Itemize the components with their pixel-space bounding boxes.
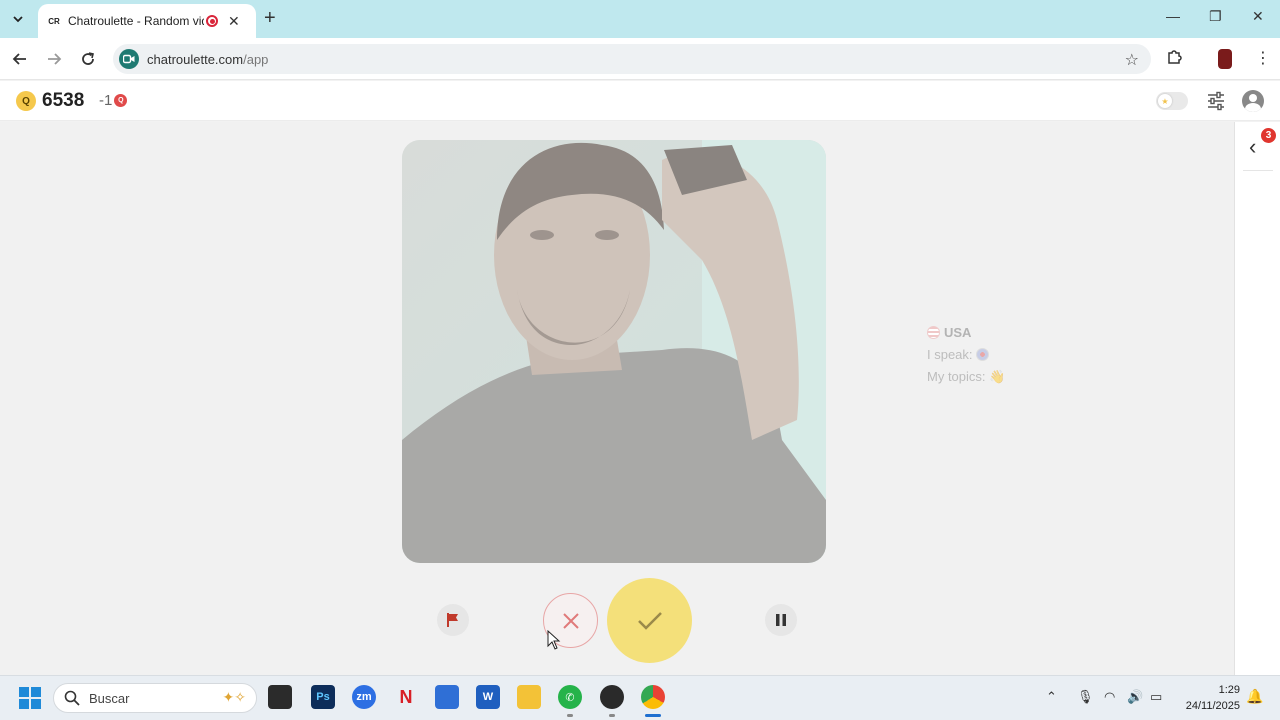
chevron-down-icon xyxy=(13,16,23,23)
file-explorer-icon[interactable] xyxy=(517,685,541,709)
browser-menu-icon[interactable]: ⋮ xyxy=(1255,48,1271,68)
partner-languages: I speak: xyxy=(927,344,1005,366)
close-icon xyxy=(562,612,579,629)
accept-button[interactable] xyxy=(607,578,692,663)
coin-balance: 6538 xyxy=(42,90,85,111)
back-button[interactable] xyxy=(9,48,31,70)
recording-indicator-icon xyxy=(206,15,218,27)
address-bar[interactable]: chatroulette.com/app ☆ xyxy=(113,44,1151,74)
system-clock[interactable]: 1:29 24/11/2025 xyxy=(1180,682,1240,714)
account-icon[interactable] xyxy=(1242,90,1264,112)
battery-icon[interactable]: ▭ xyxy=(1150,689,1162,705)
windows-start-icon[interactable] xyxy=(19,687,41,709)
reload-button[interactable] xyxy=(77,48,99,70)
english-flag-icon xyxy=(976,348,990,361)
tab-title: Chatroulette - Random vide xyxy=(68,14,204,28)
bookmark-star-icon[interactable]: ☆ xyxy=(1125,50,1139,70)
partner-info: USA I speak: My topics: 👋 xyxy=(927,322,1005,388)
search-placeholder: Buscar xyxy=(89,691,130,706)
volume-icon[interactable]: 🔊 xyxy=(1127,689,1143,705)
app-header: Q 6538 -1 Q ★ xyxy=(0,81,1280,121)
tab-close-icon[interactable]: ✕ xyxy=(228,13,240,30)
tab-search-button[interactable] xyxy=(7,8,29,30)
side-divider xyxy=(1243,170,1273,171)
tray-overflow-icon[interactable]: ⌃ xyxy=(1046,689,1057,705)
url-text: chatroulette.com/app xyxy=(147,52,269,67)
clock-time: 1:29 xyxy=(1218,684,1240,696)
obs-icon[interactable] xyxy=(600,685,624,709)
notifications-bell-icon[interactable]: 🔔 xyxy=(1246,688,1263,705)
new-tab-button[interactable]: + xyxy=(264,8,276,28)
theme-toggle[interactable]: ★ xyxy=(1156,92,1188,110)
search-icon xyxy=(64,690,80,706)
profile-avatar-icon[interactable] xyxy=(1218,49,1232,69)
chevron-left-icon[interactable]: ‹ xyxy=(1249,134,1256,160)
chatroulette-favicon-icon: CR xyxy=(48,16,60,26)
microphone-icon[interactable]: 🎙 xyxy=(1077,689,1094,705)
usa-flag-icon xyxy=(927,326,940,339)
browser-tab-strip: CR Chatroulette - Random vide ✕ + — ❐ ✕ xyxy=(0,0,1280,38)
notification-badge: 3 xyxy=(1261,128,1276,143)
flag-icon xyxy=(447,613,458,627)
pause-icon xyxy=(776,614,786,626)
obs-running-indicator xyxy=(609,714,615,717)
clock-date: 24/11/2025 xyxy=(1185,700,1240,712)
chrome-active-indicator xyxy=(645,714,661,717)
zoom-icon[interactable]: zm xyxy=(352,685,376,709)
wifi-icon[interactable]: ◠ xyxy=(1104,689,1115,705)
whatsapp-running-indicator xyxy=(567,714,573,717)
taskbar-app-dark-icon[interactable] xyxy=(268,685,292,709)
side-panel: ‹ 3 xyxy=(1234,122,1280,675)
site-video-icon[interactable] xyxy=(119,49,139,69)
coin-delta: -1 Q xyxy=(99,92,128,109)
taskbar-search[interactable]: Buscar ✦✧ xyxy=(53,683,257,713)
browser-toolbar: chatroulette.com/app ☆ ⋮ xyxy=(0,38,1280,80)
coin-icon: Q xyxy=(16,91,36,111)
sun-icon: ★ xyxy=(1158,94,1172,108)
wave-emoji-icon: 👋 xyxy=(989,369,1006,384)
reload-icon xyxy=(82,52,94,65)
video-frame-image xyxy=(402,140,826,563)
report-button[interactable] xyxy=(437,604,469,636)
arrow-left-icon xyxy=(12,53,26,65)
pause-button[interactable] xyxy=(765,604,797,636)
close-window-button[interactable]: ✕ xyxy=(1252,8,1264,25)
check-icon xyxy=(637,611,662,630)
mouse-cursor-icon xyxy=(547,630,561,650)
whatsapp-icon[interactable]: ✆ xyxy=(558,685,582,709)
netflix-icon[interactable]: N xyxy=(394,685,418,709)
arrow-right-icon xyxy=(48,53,62,65)
extensions-puzzle-icon[interactable] xyxy=(1166,47,1184,70)
filters-sliders-icon[interactable] xyxy=(1206,91,1226,111)
chrome-icon[interactable] xyxy=(641,685,665,709)
partner-country: USA xyxy=(927,322,1005,344)
microsoft-store-icon[interactable] xyxy=(435,685,459,709)
windows-taskbar: Buscar ✦✧ Ps zm N W ✆ ⌃ 🎙 ◠ 🔊 ▭ 1:29 24/… xyxy=(0,675,1280,720)
copilot-sparkle-icon: ✦✧ xyxy=(222,689,246,705)
photoshop-icon[interactable]: Ps xyxy=(311,685,335,709)
minimize-button[interactable]: — xyxy=(1166,8,1180,24)
maximize-button[interactable]: ❐ xyxy=(1209,8,1222,25)
partner-video xyxy=(402,140,826,563)
word-icon[interactable]: W xyxy=(476,685,500,709)
browser-tab[interactable]: CR Chatroulette - Random vide ✕ xyxy=(38,4,256,38)
delta-coin-icon: Q xyxy=(114,94,128,107)
forward-button[interactable] xyxy=(43,48,65,70)
partner-topics: My topics: 👋 xyxy=(927,369,1006,384)
